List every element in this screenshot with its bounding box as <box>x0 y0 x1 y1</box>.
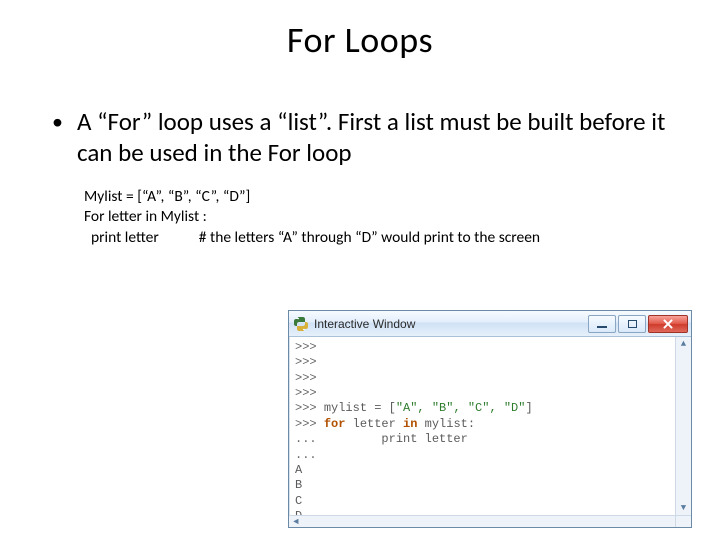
bullet-marker: • <box>52 106 63 138</box>
maximize-button[interactable] <box>618 315 646 333</box>
window-body: >>> >>> >>> >>> >>> mylist = ["A", "B", … <box>289 337 691 527</box>
vertical-scrollbar[interactable]: ▲ ▼ <box>675 337 691 515</box>
console-output[interactable]: >>> >>> >>> >>> >>> mylist = ["A", "B", … <box>289 337 675 515</box>
code-line-1: Mylist = [“A”, “B”, “C”, “D”] <box>84 187 672 208</box>
slide: For Loops • A “For” loop uses a “list”. … <box>0 0 720 249</box>
pseudocode-block: Mylist = [“A”, “B”, “C”, “D”] For letter… <box>48 187 672 250</box>
horizontal-scrollbar[interactable]: ◄ <box>289 515 675 527</box>
window-buttons <box>588 315 688 333</box>
slide-title: For Loops <box>48 18 672 62</box>
window-title: Interactive Window <box>314 317 588 331</box>
close-button[interactable] <box>648 315 688 333</box>
bullet-item: • A “For” loop uses a “list”. First a li… <box>48 106 672 169</box>
minimize-button[interactable] <box>588 315 616 333</box>
code-line-3: print letter# the letters “A” through “D… <box>84 228 672 249</box>
code-comment: # the letters “A” through “D” would prin… <box>199 228 540 249</box>
python-icon <box>293 316 309 332</box>
scrollbar-corner <box>675 515 691 527</box>
scroll-up-icon[interactable]: ▲ <box>679 339 689 349</box>
code-line-2: For letter in Mylist : <box>84 207 672 228</box>
scroll-left-icon[interactable]: ◄ <box>291 518 301 526</box>
interactive-window: Interactive Window >>> >>> >>> >>> >>> m… <box>288 310 692 528</box>
window-titlebar[interactable]: Interactive Window <box>289 311 691 337</box>
bullet-text: A “For” loop uses a “list”. First a list… <box>77 106 672 169</box>
scroll-down-icon[interactable]: ▼ <box>679 503 689 513</box>
close-icon <box>663 319 673 329</box>
